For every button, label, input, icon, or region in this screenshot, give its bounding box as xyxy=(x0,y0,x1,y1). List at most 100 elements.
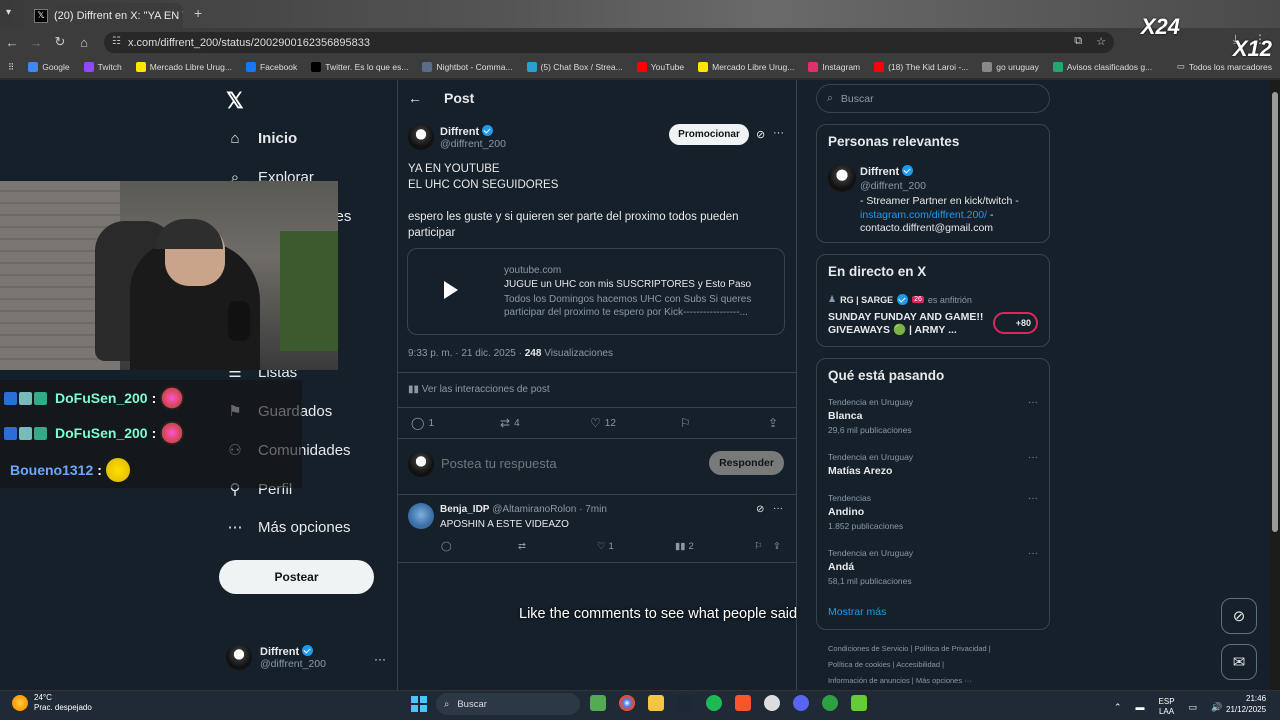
comment-repost-action[interactable]: ⇄ xyxy=(518,541,526,552)
bookmark-item[interactable]: Mercado Libre Urug... xyxy=(698,62,794,72)
bookmark-item[interactable]: Facebook xyxy=(245,62,297,72)
avatar[interactable] xyxy=(408,124,434,150)
comment-reply-action[interactable]: ◯ xyxy=(441,541,452,552)
minecraft-icon[interactable] xyxy=(590,695,606,711)
trend-item[interactable]: Tendencias Andino 1.852 publicaciones ··· xyxy=(828,493,1038,531)
bio-link[interactable]: instagram.com/diffrent.200/ xyxy=(860,209,987,221)
messages-fab-icon[interactable]: ✉ xyxy=(1221,644,1257,680)
post-button[interactable]: Postear xyxy=(219,560,374,594)
grok-icon[interactable]: ⊘ xyxy=(756,504,764,515)
new-tab-icon[interactable]: + xyxy=(194,5,202,21)
comment-author[interactable]: Benja_IDP xyxy=(440,504,489,515)
bookmark-item[interactable]: Avisos clasificados g... xyxy=(1052,62,1152,72)
trend-item[interactable]: Tendencia en Uruguay Blanca 29,6 mil publi… xyxy=(828,397,1038,435)
bookmark-item[interactable]: Twitch xyxy=(83,62,122,72)
post-time[interactable]: 9:33 p. m. · 21 dic. 2025 · xyxy=(408,348,525,359)
grok-icon[interactable]: ⊘ xyxy=(756,128,765,141)
taskbar-search[interactable]: ⌕ Buscar xyxy=(436,693,580,715)
link-card[interactable]: youtube.com JUGUE un UHC con mis SUSCRIP… xyxy=(407,248,785,335)
file-explorer-icon[interactable] xyxy=(648,695,664,711)
bookmark-item[interactable]: (18) The Kid Laroi -... xyxy=(874,62,968,72)
chrome-icon[interactable] xyxy=(619,695,635,711)
post-interactions-link[interactable]: ▮▮ Ver las interacciones de post xyxy=(408,384,550,395)
reply-button[interactable]: Responder xyxy=(709,451,784,475)
brave-icon[interactable] xyxy=(735,695,751,711)
reply-action[interactable]: ◯ 1 xyxy=(411,416,434,430)
trend-item[interactable]: Tendencia en Uruguay Matías Arezo ··· xyxy=(828,452,1038,480)
obs-icon[interactable] xyxy=(764,695,780,711)
show-more-link[interactable]: Mostrar más xyxy=(828,606,886,618)
bookmark-item[interactable]: YouTube xyxy=(636,62,684,72)
url-field[interactable]: ☷ x.com/diffrent_200/status/200290016235… xyxy=(104,32,1114,53)
start-windows-icon[interactable] xyxy=(411,696,427,712)
comment-views-action[interactable]: ▮▮ 2 xyxy=(675,541,694,552)
bookmark-item[interactable]: go uruguay xyxy=(982,62,1039,72)
grok-fab-icon[interactable]: ⊘ xyxy=(1221,598,1257,634)
bookmark-item[interactable]: (5) Chat Box / Strea... xyxy=(526,62,623,72)
author-name[interactable]: Diffrent xyxy=(440,126,479,138)
bookmark-item[interactable]: Google xyxy=(28,62,70,72)
apps-grid-icon[interactable]: ⠿ xyxy=(8,62,14,73)
comment-like-action[interactable]: ♡ 1 xyxy=(597,541,614,552)
relevant-handle[interactable]: @diffrent_200 xyxy=(860,180,926,192)
comment-bookmark-action[interactable]: ⚐ xyxy=(754,541,763,552)
relevant-name[interactable]: Diffrent xyxy=(860,165,914,178)
bookmark-item[interactable]: Mercado Libre Urug... xyxy=(135,62,232,72)
video-thumbnail[interactable] xyxy=(408,249,496,334)
promote-button[interactable]: Promocionar xyxy=(669,124,749,145)
back-arrow-icon[interactable]: ← xyxy=(408,90,422,106)
scrollbar[interactable] xyxy=(1270,80,1280,690)
more-icon[interactable]: ··· xyxy=(773,127,784,139)
x-logo-icon[interactable]: 𝕏 xyxy=(226,88,244,114)
all-bookmarks[interactable]: ▭ Todos los marcadores xyxy=(1177,61,1272,72)
bookmark-item[interactable]: Instagram xyxy=(808,62,860,72)
tab-search-icon[interactable]: ▾ xyxy=(6,7,20,21)
bookmark-item[interactable]: Twitter. Es lo que es... xyxy=(311,62,408,72)
more-icon[interactable]: ··· xyxy=(1028,452,1038,463)
post-author[interactable]: Diffrent @diffrent_200 xyxy=(408,124,506,150)
account-switcher[interactable]: Diffrent @diffrent_200 ··· xyxy=(226,644,386,670)
app2-icon[interactable] xyxy=(851,695,867,711)
more-icon[interactable]: ··· xyxy=(1028,493,1038,504)
nav-item-más-opciones[interactable]: ⋯ Más opciones xyxy=(226,518,351,537)
live-host[interactable]: ♟ RG | SARGE 26 es anfitrión xyxy=(828,294,972,305)
live-stream-title[interactable]: SUNDAY FUNDAY AND GAME!! GIVEAWAYS 🟢 | A… xyxy=(828,311,988,337)
more-icon[interactable]: ··· xyxy=(1028,548,1038,559)
footer-links[interactable]: Condiciones de Servicio | Política de Pr… xyxy=(828,644,1048,653)
clock[interactable]: 21:46 21/12/2025 xyxy=(1226,693,1266,715)
nav-item-inicio[interactable]: ⌂ Inicio xyxy=(226,129,297,147)
back-icon[interactable]: ← xyxy=(0,35,24,50)
bookmark-action[interactable]: ⚐ xyxy=(680,416,691,430)
network-icon[interactable]: ▭ xyxy=(1189,702,1198,713)
footer-links[interactable]: Política de cookies | Accesibilidad | xyxy=(828,660,1048,669)
star-icon[interactable]: ☆ xyxy=(1096,35,1106,48)
comment-share-action[interactable]: ⇪ xyxy=(773,541,781,552)
more-icon[interactable]: ··· xyxy=(1028,397,1038,408)
spotify-icon[interactable] xyxy=(706,695,722,711)
bookmark-item[interactable]: Nightbot - Comma... xyxy=(422,62,513,72)
share-action[interactable]: ⇪ xyxy=(768,416,778,430)
reply-input[interactable]: Postea tu respuesta xyxy=(441,456,557,471)
relevant-avatar[interactable] xyxy=(828,164,856,192)
home-browser-icon[interactable]: ⌂ xyxy=(72,35,96,50)
more-icon[interactable]: ··· xyxy=(773,503,783,514)
language-indicator[interactable]: ESP LAA xyxy=(1159,697,1175,717)
volume-icon[interactable]: 🔊 xyxy=(1211,702,1222,713)
live-listeners-badge[interactable]: +80 xyxy=(993,312,1038,334)
search-input[interactable]: ⌕ Buscar xyxy=(816,84,1050,113)
chevron-up-icon[interactable]: ⌃ xyxy=(1114,702,1122,713)
app-icon[interactable] xyxy=(822,695,838,711)
trend-item[interactable]: Tendencia en Uruguay Andá 58,1 mil publica… xyxy=(828,548,1038,586)
discord-icon[interactable] xyxy=(793,695,809,711)
drive-icon[interactable]: ▬ xyxy=(1136,702,1145,712)
repost-action[interactable]: ⇄ 4 xyxy=(500,416,520,430)
author-handle[interactable]: @diffrent_200 xyxy=(440,138,506,150)
install-app-icon[interactable]: ⧉ xyxy=(1074,35,1082,48)
like-action[interactable]: ♡ 12 xyxy=(590,416,616,430)
browser-tab[interactable]: 𝕏 (20) Diffrent en X: "YA EN YOUT ✕ xyxy=(28,3,183,28)
reload-icon[interactable]: ↻ xyxy=(48,34,72,50)
avatar[interactable] xyxy=(408,503,434,529)
steam-icon[interactable] xyxy=(677,695,693,711)
footer-links[interactable]: Información de anuncios | Más opciones ·… xyxy=(828,676,1048,685)
more-icon[interactable]: ··· xyxy=(374,652,386,666)
